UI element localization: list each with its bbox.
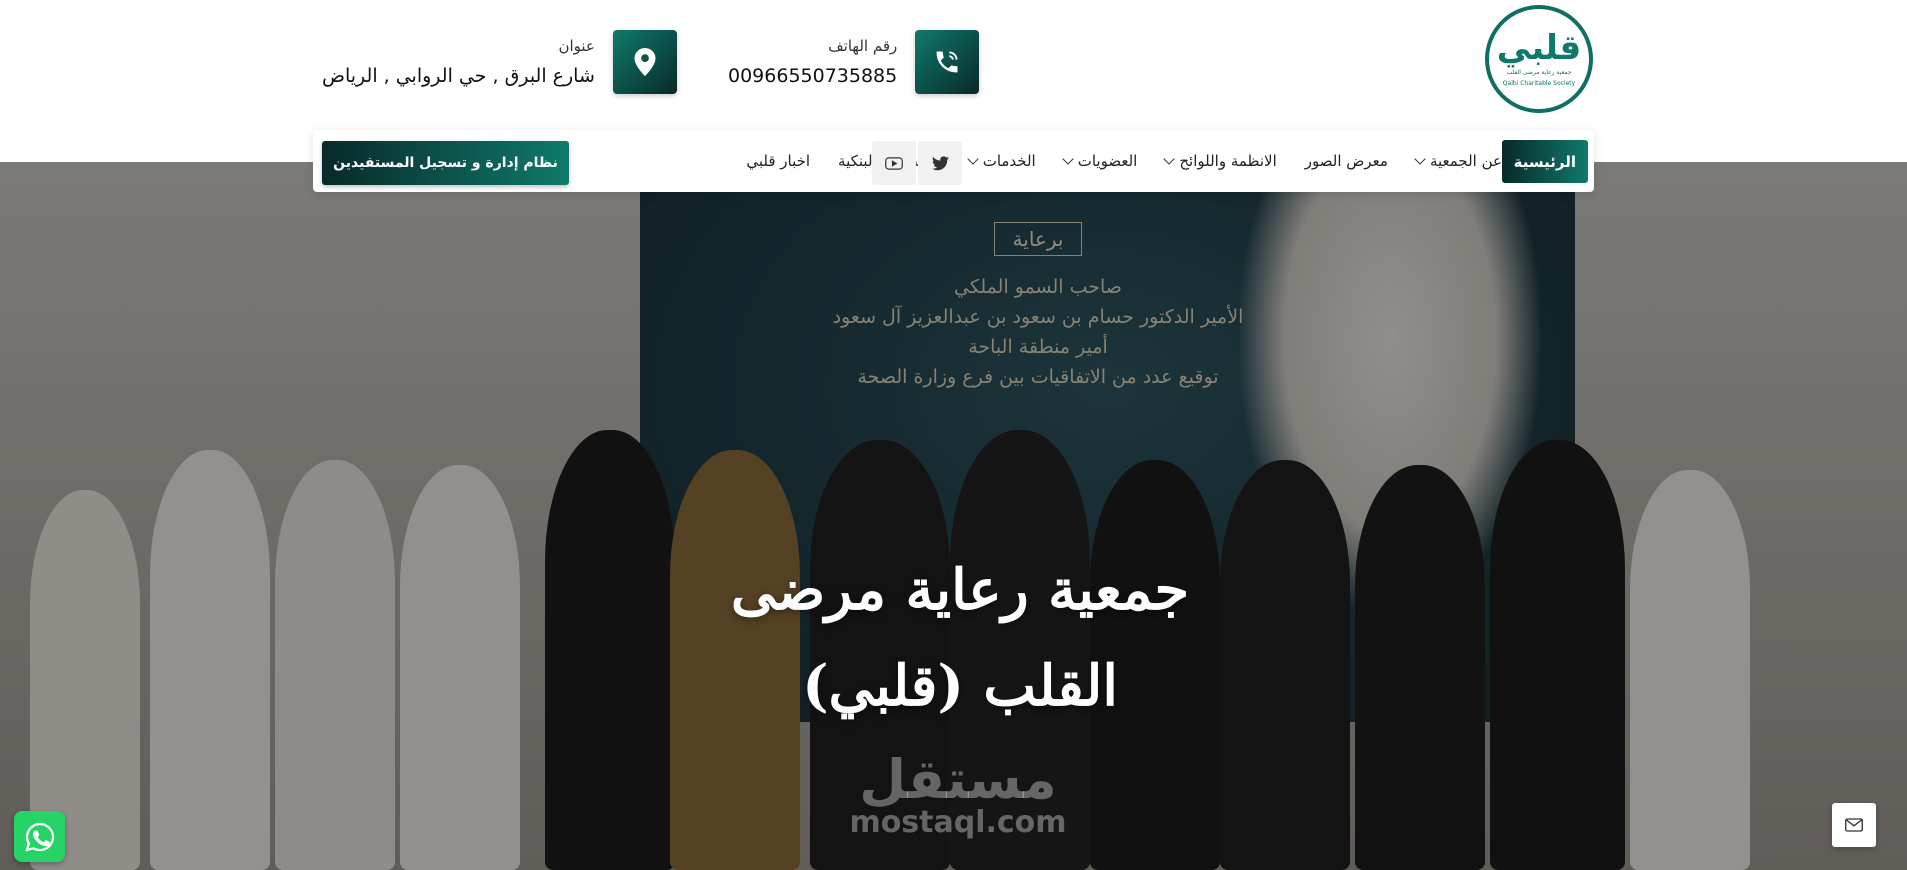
watermark-ar: مستقل bbox=[859, 748, 1057, 811]
main-nav: الرئيسية عن الجمعية معرض الصور الانظمة و… bbox=[313, 130, 1594, 192]
nav-menu: عن الجمعية معرض الصور الانظمة واللوائح ا… bbox=[746, 130, 1502, 192]
mostaql-watermark: مستقل mostaql.com bbox=[838, 752, 1078, 838]
chevron-down-icon bbox=[1163, 153, 1176, 165]
address-info: عنوان شارع البرق , حي الروابي , الرياض bbox=[322, 30, 677, 94]
phone-label: رقم الهاتف bbox=[828, 37, 898, 55]
chevron-down-icon bbox=[967, 153, 979, 165]
nav-item-services[interactable]: الخدمات bbox=[967, 152, 1036, 170]
chevron-down-icon bbox=[1062, 153, 1074, 165]
twitter-icon[interactable] bbox=[918, 141, 962, 185]
hero-title-line-2: القلب (قلبي) bbox=[802, 653, 1118, 719]
mail-icon[interactable] bbox=[1832, 803, 1876, 847]
phone-value[interactable]: 00966550735885 bbox=[728, 65, 897, 87]
youtube-icon[interactable] bbox=[872, 141, 916, 185]
nav-item-label: الخدمات bbox=[982, 152, 1036, 170]
watermark-en: mostaql.com bbox=[849, 805, 1067, 840]
nav-item-regulations[interactable]: الانظمة واللوائح bbox=[1163, 152, 1277, 170]
logo-subtitle-ar: جمعية رعاية مرضى القلب bbox=[1506, 68, 1572, 76]
logo-mark: قلبي bbox=[1496, 27, 1582, 68]
phone-info: رقم الهاتف 00966550735885 bbox=[728, 30, 980, 94]
nav-item-label: العضويات bbox=[1077, 152, 1138, 170]
nav-item-label: عن الجمعية bbox=[1429, 152, 1502, 170]
hero-title: جمعية رعاية مرضى القلب (قلبي) bbox=[560, 542, 1360, 734]
nav-item-label: الانظمة واللوائح bbox=[1179, 152, 1277, 170]
hero-title-line-1: جمعية رعاية مرضى bbox=[730, 557, 1190, 623]
nav-item-gallery[interactable]: معرض الصور bbox=[1305, 152, 1388, 170]
nav-item-memberships[interactable]: العضويات bbox=[1062, 152, 1138, 170]
site-logo[interactable]: قلبي جمعية رعاية مرضى القلب Qalbi Charit… bbox=[1485, 5, 1593, 113]
phone-icon[interactable] bbox=[915, 30, 980, 94]
address-label: عنوان bbox=[558, 37, 595, 55]
nav-item-news[interactable]: اخبار قلبي bbox=[746, 152, 810, 170]
address-value: شارع البرق , حي الروابي , الرياض bbox=[322, 65, 595, 87]
nav-item-about[interactable]: عن الجمعية bbox=[1414, 152, 1502, 170]
hero-banner: برعاية صاحب السمو الملكي الأمير الدكتور … bbox=[0, 162, 1907, 870]
beneficiaries-system-button[interactable]: نظام إدارة و تسجيل المستفيدين bbox=[322, 141, 569, 185]
nav-home-button[interactable]: الرئيسية bbox=[1501, 140, 1588, 183]
logo-subtitle-en: Qalbi Charitable Society bbox=[1502, 80, 1576, 87]
map-pin-icon bbox=[612, 30, 677, 94]
chevron-down-icon bbox=[1414, 153, 1426, 165]
nav-item-label: معرض الصور bbox=[1304, 152, 1388, 170]
nav-item-label: اخبار قلبي bbox=[746, 152, 811, 170]
whatsapp-icon[interactable] bbox=[14, 811, 65, 862]
